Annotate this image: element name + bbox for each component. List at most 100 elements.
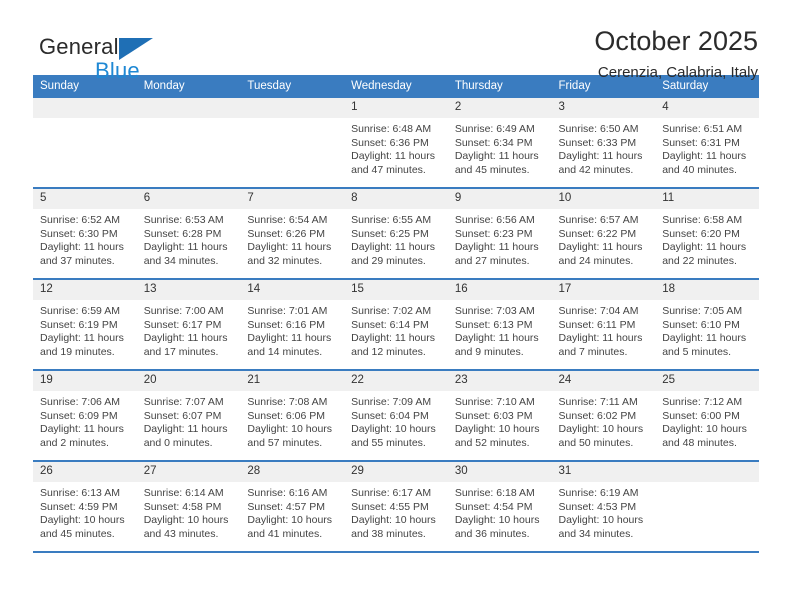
sunset-text: Sunset: 6:34 PM <box>454 136 533 149</box>
daylight-text-line1: Daylight: 11 hours <box>558 332 643 345</box>
calendar-day-cell[interactable]: 8 Sunrise: 6:55 AM Sunset: 6:25 PM Daylight… <box>344 188 448 280</box>
calendar-day-cell[interactable]: 29 Sunrise: 6:17 AM Sunset: 4:55 PM Dayligh… <box>344 461 448 553</box>
daylight-text-line2: and 12 minutes. <box>351 345 426 358</box>
sunrise-text: Sunrise: 6:55 AM <box>351 214 432 226</box>
sunrise-text: Sunrise: 6:49 AM <box>454 123 535 135</box>
calendar-day-cell[interactable]: 11 Sunrise: 6:58 AM Sunset: 6:20 PM Dayligh… <box>655 188 759 280</box>
calendar-day-cell[interactable]: 23 Sunrise: 7:10 AM Sunset: 6:03 PM Dayligh… <box>447 370 552 462</box>
day-details: Sunrise: 6:58 AM Sunset: 6:20 PM Daylight:… <box>655 209 759 268</box>
daylight-text-line2: and 22 minutes. <box>662 254 737 267</box>
daylight-text-line1: Daylight: 11 hours <box>454 241 539 254</box>
day-number: 2 <box>447 98 552 118</box>
day-number: 1 <box>344 98 448 118</box>
sunrise-text: Sunrise: 7:05 AM <box>662 305 743 317</box>
daylight-text-line2: and 5 minutes. <box>662 345 732 358</box>
calendar-day-cell[interactable]: 10 Sunrise: 6:57 AM Sunset: 6:22 PM Dayligh… <box>551 188 656 280</box>
day-number: 29 <box>344 462 448 482</box>
sunset-text: Sunset: 6:07 PM <box>143 409 222 422</box>
day-number: 22 <box>344 371 448 391</box>
day-number: 27 <box>136 462 241 482</box>
daylight-text-line2: and 27 minutes. <box>454 254 530 267</box>
daylight-text-line1: Daylight: 11 hours <box>351 241 435 254</box>
day-number: 19 <box>33 371 137 391</box>
daylight-text-line1: Daylight: 10 hours <box>351 423 436 436</box>
day-details: Sunrise: 6:14 AM Sunset: 4:58 PM Daylight:… <box>137 482 241 541</box>
daylight-text-line1: Daylight: 11 hours <box>454 332 539 345</box>
sunset-text: Sunset: 6:10 PM <box>662 318 740 331</box>
calendar-day-cell[interactable]: 6 Sunrise: 6:53 AM Sunset: 6:28 PM Daylight… <box>136 188 241 280</box>
calendar-day-cell-empty <box>33 98 137 189</box>
calendar-day-cell[interactable]: 19 Sunrise: 7:06 AM Sunset: 6:09 PM Dayligh… <box>33 370 137 462</box>
daylight-text-line1: Daylight: 11 hours <box>454 150 539 163</box>
calendar-day-cell[interactable]: 1 Sunrise: 6:48 AM Sunset: 6:36 PM Daylight… <box>344 98 448 189</box>
calendar-day-cell[interactable]: 31 Sunrise: 6:19 AM Sunset: 4:53 PM Dayligh… <box>551 461 656 553</box>
logo-triangle-icon <box>119 38 153 60</box>
calendar-day-cell[interactable]: 15 Sunrise: 7:02 AM Sunset: 6:14 PM Dayligh… <box>344 279 448 371</box>
title-block: October 2025 Cerenzia, Calabria, Italy <box>594 26 759 83</box>
calendar-day-cell[interactable]: 7 Sunrise: 6:54 AM Sunset: 6:26 PM Daylight… <box>240 188 345 280</box>
sunrise-text: Sunrise: 7:08 AM <box>247 396 328 408</box>
day-details: Sunrise: 6:48 AM Sunset: 6:36 PM Daylight:… <box>344 118 448 177</box>
day-details: Sunrise: 7:02 AM Sunset: 6:14 PM Daylight:… <box>344 300 448 359</box>
calendar-day-cell[interactable]: 26 Sunrise: 6:13 AM Sunset: 4:59 PM Dayligh… <box>33 461 137 553</box>
sunrise-text: Sunrise: 6:52 AM <box>40 214 120 226</box>
day-number: 9 <box>447 189 552 209</box>
daylight-text-line1: Daylight: 11 hours <box>143 241 228 254</box>
sunrise-text: Sunrise: 6:51 AM <box>662 123 743 135</box>
calendar-day-cell[interactable]: 13 Sunrise: 7:00 AM Sunset: 6:17 PM Dayligh… <box>136 279 241 371</box>
calendar-day-cell[interactable]: 25 Sunrise: 7:12 AM Sunset: 6:00 PM Dayligh… <box>655 370 759 462</box>
daylight-text-line1: Daylight: 11 hours <box>143 423 228 436</box>
calendar-day-cell[interactable]: 12 Sunrise: 6:59 AM Sunset: 6:19 PM Dayligh… <box>33 279 137 371</box>
calendar-day-cell[interactable]: 18 Sunrise: 7:05 AM Sunset: 6:10 PM Dayligh… <box>655 279 759 371</box>
calendar-day-cell[interactable]: 17 Sunrise: 7:04 AM Sunset: 6:11 PM Dayligh… <box>551 279 656 371</box>
daylight-text-line2: and 38 minutes. <box>351 527 426 540</box>
daylight-text-line1: Daylight: 11 hours <box>351 150 435 163</box>
calendar-day-cell[interactable]: 2 Sunrise: 6:49 AM Sunset: 6:34 PM Daylight… <box>447 98 552 189</box>
sunset-text: Sunset: 6:22 PM <box>558 227 637 240</box>
calendar-day-cell[interactable]: 30 Sunrise: 6:18 AM Sunset: 4:54 PM Dayligh… <box>447 461 552 553</box>
sunrise-text: Sunrise: 6:18 AM <box>454 487 535 499</box>
sunrise-text: Sunrise: 6:17 AM <box>351 487 432 499</box>
weekday-header-wednesday: Wednesday <box>344 75 448 98</box>
day-number: 30 <box>447 462 552 482</box>
calendar-day-cell-empty <box>136 98 241 189</box>
day-number: 17 <box>551 280 656 300</box>
daylight-text-line1: Daylight: 11 hours <box>40 332 124 345</box>
general-blue-logo[interactable]: General Blue <box>33 26 213 83</box>
day-number <box>655 462 759 482</box>
day-number: 26 <box>33 462 137 482</box>
calendar-day-cell[interactable]: 24 Sunrise: 7:11 AM Sunset: 6:02 PM Dayligh… <box>551 370 656 462</box>
calendar-day-cell[interactable]: 28 Sunrise: 6:16 AM Sunset: 4:57 PM Dayligh… <box>240 461 345 553</box>
sunrise-text: Sunrise: 6:53 AM <box>143 214 224 226</box>
calendar-week-row: 5 Sunrise: 6:52 AM Sunset: 6:30 PM Daylight… <box>33 188 759 280</box>
daylight-text-line2: and 17 minutes. <box>143 345 219 358</box>
day-number: 3 <box>551 98 656 118</box>
calendar-day-cell[interactable]: 9 Sunrise: 6:56 AM Sunset: 6:23 PM Daylight… <box>447 188 552 280</box>
calendar-day-cell[interactable]: 14 Sunrise: 7:01 AM Sunset: 6:16 PM Dayligh… <box>240 279 345 371</box>
calendar-day-cell[interactable]: 4 Sunrise: 6:51 AM Sunset: 6:31 PM Daylight… <box>655 98 759 189</box>
sunset-text: Sunset: 6:28 PM <box>143 227 222 240</box>
calendar-day-cell[interactable]: 21 Sunrise: 7:08 AM Sunset: 6:06 PM Dayligh… <box>240 370 345 462</box>
daylight-text-line1: Daylight: 10 hours <box>558 514 644 527</box>
calendar-day-cell[interactable]: 16 Sunrise: 7:03 AM Sunset: 6:13 PM Dayligh… <box>447 279 552 371</box>
sunrise-text: Sunrise: 6:54 AM <box>247 214 328 226</box>
day-number: 6 <box>136 189 241 209</box>
calendar-day-cell[interactable]: 22 Sunrise: 7:09 AM Sunset: 6:04 PM Dayligh… <box>344 370 448 462</box>
daylight-text-line2: and 52 minutes. <box>454 436 530 449</box>
day-details: Sunrise: 7:07 AM Sunset: 6:07 PM Daylight:… <box>137 391 241 450</box>
daylight-text-line2: and 55 minutes. <box>351 436 426 449</box>
calendar-day-cell[interactable]: 20 Sunrise: 7:07 AM Sunset: 6:07 PM Dayligh… <box>136 370 241 462</box>
calendar-day-cell[interactable]: 5 Sunrise: 6:52 AM Sunset: 6:30 PM Daylight… <box>33 188 137 280</box>
sunrise-sunset-calendar: Sunday Monday Tuesday Wednesday Thursday… <box>33 75 759 553</box>
sunset-text: Sunset: 6:19 PM <box>40 318 118 331</box>
daylight-text-line1: Daylight: 11 hours <box>662 150 747 163</box>
sunrise-text: Sunrise: 6:48 AM <box>351 123 432 135</box>
daylight-text-line2: and 42 minutes. <box>558 163 634 176</box>
sunset-text: Sunset: 6:30 PM <box>40 227 118 240</box>
day-details: Sunrise: 7:12 AM Sunset: 6:00 PM Daylight:… <box>655 391 759 450</box>
sunrise-text: Sunrise: 7:09 AM <box>351 396 432 408</box>
calendar-day-cell[interactable]: 3 Sunrise: 6:50 AM Sunset: 6:33 PM Daylight… <box>551 98 656 189</box>
daylight-text-line2: and 0 minutes. <box>143 436 213 449</box>
calendar-day-cell[interactable]: 27 Sunrise: 6:14 AM Sunset: 4:58 PM Dayligh… <box>136 461 241 553</box>
daylight-text-line2: and 47 minutes. <box>351 163 426 176</box>
